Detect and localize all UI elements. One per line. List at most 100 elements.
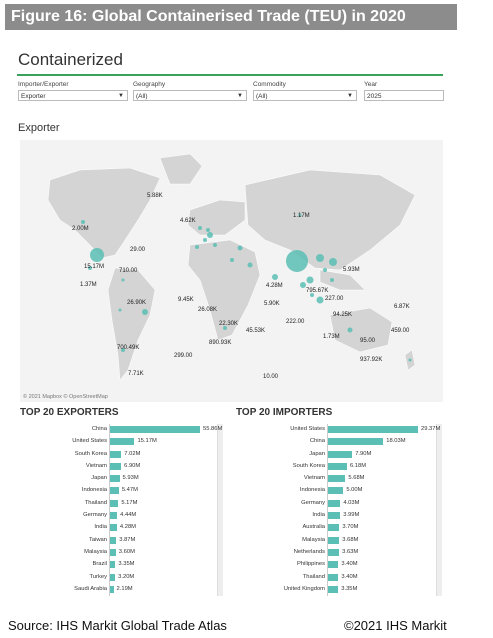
- map-label: 1.37M: [80, 282, 97, 288]
- bubble-uk: [198, 226, 202, 230]
- bar-row[interactable]: Malaysia 3.68M: [238, 535, 443, 547]
- bar[interactable]: [328, 573, 339, 581]
- bar-value-label: 5.93M: [122, 475, 139, 482]
- bar[interactable]: [328, 426, 418, 433]
- bar-value-label: 4.28M: [119, 524, 137, 531]
- bar[interactable]: [110, 475, 120, 483]
- map-label: 222.00: [286, 319, 305, 325]
- bar-value-label: 3.70M: [342, 524, 359, 531]
- bar-category-label: China: [309, 438, 325, 445]
- bubble-philippines: [330, 278, 334, 282]
- bubble-france: [203, 238, 207, 242]
- commodity-select[interactable]: (All) ▼: [253, 90, 357, 101]
- bar-category-label: Indonesia: [81, 487, 107, 494]
- bar[interactable]: [328, 561, 339, 569]
- bar[interactable]: [328, 548, 340, 556]
- bar-row[interactable]: China 55.86M: [20, 424, 225, 436]
- bar-value-label: 3.99M: [343, 512, 360, 519]
- map-label: 1.17M: [293, 213, 310, 219]
- bar[interactable]: [110, 462, 122, 470]
- bar-row[interactable]: Taiwan 3.87M: [20, 535, 225, 547]
- importer-exporter-select[interactable]: Exporter ▼: [18, 90, 128, 101]
- bar-row[interactable]: United Kingdom 3.35M: [238, 584, 443, 596]
- bar-category-label: Turkey: [89, 573, 107, 580]
- bar[interactable]: [328, 438, 384, 446]
- bar[interactable]: [110, 585, 114, 593]
- select-value: (All): [256, 93, 268, 100]
- bar-row[interactable]: South Korea 6.18M: [238, 461, 443, 473]
- bar[interactable]: [328, 475, 346, 483]
- bar-row[interactable]: United States 15.17M: [20, 436, 225, 448]
- source-note: Source: IHS Markit Global Trade Atlas: [8, 618, 227, 633]
- bar[interactable]: [328, 487, 344, 495]
- chevron-down-icon: ▼: [347, 93, 353, 99]
- map-label: 5.93M: [343, 267, 360, 273]
- bar[interactable]: [110, 450, 122, 458]
- bar[interactable]: [110, 561, 116, 569]
- bar[interactable]: [110, 536, 117, 544]
- bar-category-label: United States: [72, 438, 107, 445]
- bar-category-label: China: [91, 426, 107, 432]
- bar-category-label: Thailand: [84, 499, 107, 506]
- bar-row[interactable]: Saudi Arabia 2.19M: [20, 584, 225, 596]
- bar[interactable]: [110, 524, 117, 532]
- greenland-shape: [159, 153, 203, 185]
- bar-row[interactable]: India 3.99M: [238, 510, 443, 522]
- bar[interactable]: [328, 499, 341, 507]
- bar-row[interactable]: Japan 5.93M: [20, 473, 225, 485]
- bar-row[interactable]: Germany 4.03M: [238, 498, 443, 510]
- bar-row[interactable]: Brazil 3.35M: [20, 559, 225, 571]
- bar[interactable]: [328, 450, 353, 458]
- bar-row[interactable]: Vietnam 5.68M: [238, 473, 443, 485]
- bar[interactable]: [110, 438, 135, 446]
- bar-row[interactable]: Thailand 5.17M: [20, 498, 225, 510]
- bar-row[interactable]: Thailand 3.40M: [238, 572, 443, 584]
- bar-row[interactable]: Australia 3.70M: [238, 522, 443, 534]
- bar-row[interactable]: Indonesia 5.00M: [238, 485, 443, 497]
- bar-value-label: 5.17M: [121, 499, 138, 506]
- world-map[interactable]: 5.88K 2.00M 4.62K 1.17M 29.00 15.17M 710…: [20, 140, 443, 402]
- bar-row[interactable]: Netherlands 3.63M: [238, 547, 443, 559]
- geography-select[interactable]: (All) ▼: [133, 90, 247, 101]
- bar[interactable]: [328, 536, 340, 544]
- select-value: (All): [136, 93, 148, 100]
- bar[interactable]: [110, 499, 119, 507]
- asia-shape: [244, 169, 416, 271]
- bar-category-label: Saudi Arabia: [74, 585, 107, 592]
- bar-value-label: 7.02M: [124, 450, 141, 457]
- bar-row[interactable]: Indonesia 5.47M: [20, 485, 225, 497]
- bar[interactable]: [110, 512, 118, 520]
- bar-row[interactable]: India 4.28M: [20, 522, 225, 534]
- map-label: 7.71K: [128, 371, 144, 377]
- north-america-shape: [47, 167, 161, 259]
- bar[interactable]: [328, 524, 340, 532]
- filter-commodity: Commodity (All) ▼: [253, 81, 357, 101]
- bar-row[interactable]: China 18.03M: [238, 436, 443, 448]
- bar-row[interactable]: Philippines 3.40M: [238, 559, 443, 571]
- bar-category-label: Philippines: [296, 561, 325, 568]
- bar[interactable]: [328, 512, 341, 520]
- bar-row[interactable]: United States 29.37M: [238, 424, 443, 436]
- bar-row[interactable]: Germany 4.44M: [20, 510, 225, 522]
- bar[interactable]: [110, 573, 116, 581]
- bar[interactable]: [110, 548, 116, 556]
- bar[interactable]: [110, 426, 200, 433]
- bar-row[interactable]: Turkey 3.20M: [20, 572, 225, 584]
- bubble-indonesia: [316, 296, 324, 304]
- bar[interactable]: [328, 462, 347, 470]
- select-value: Exporter: [21, 93, 46, 100]
- bar[interactable]: [110, 487, 119, 495]
- bar-category-label: Netherlands: [293, 548, 325, 555]
- bar[interactable]: [328, 585, 339, 593]
- bar-row[interactable]: Vietnam 6.90M: [20, 461, 225, 473]
- map-label: 2.00M: [72, 226, 89, 232]
- year-select[interactable]: 2025: [364, 90, 444, 101]
- southeast-asia-shape: [319, 269, 366, 291]
- bar-row[interactable]: Malaysia 3.60M: [20, 547, 225, 559]
- map-label: 710.00: [119, 268, 138, 274]
- bar-row[interactable]: Japan 7.90M: [238, 449, 443, 461]
- bar-row[interactable]: South Korea 7.02M: [20, 449, 225, 461]
- bubble-turkey: [237, 245, 243, 251]
- bar-value-label: 3.63M: [342, 548, 359, 555]
- map-attribution: © 2021 Mapbox © OpenStreetMap: [23, 394, 108, 400]
